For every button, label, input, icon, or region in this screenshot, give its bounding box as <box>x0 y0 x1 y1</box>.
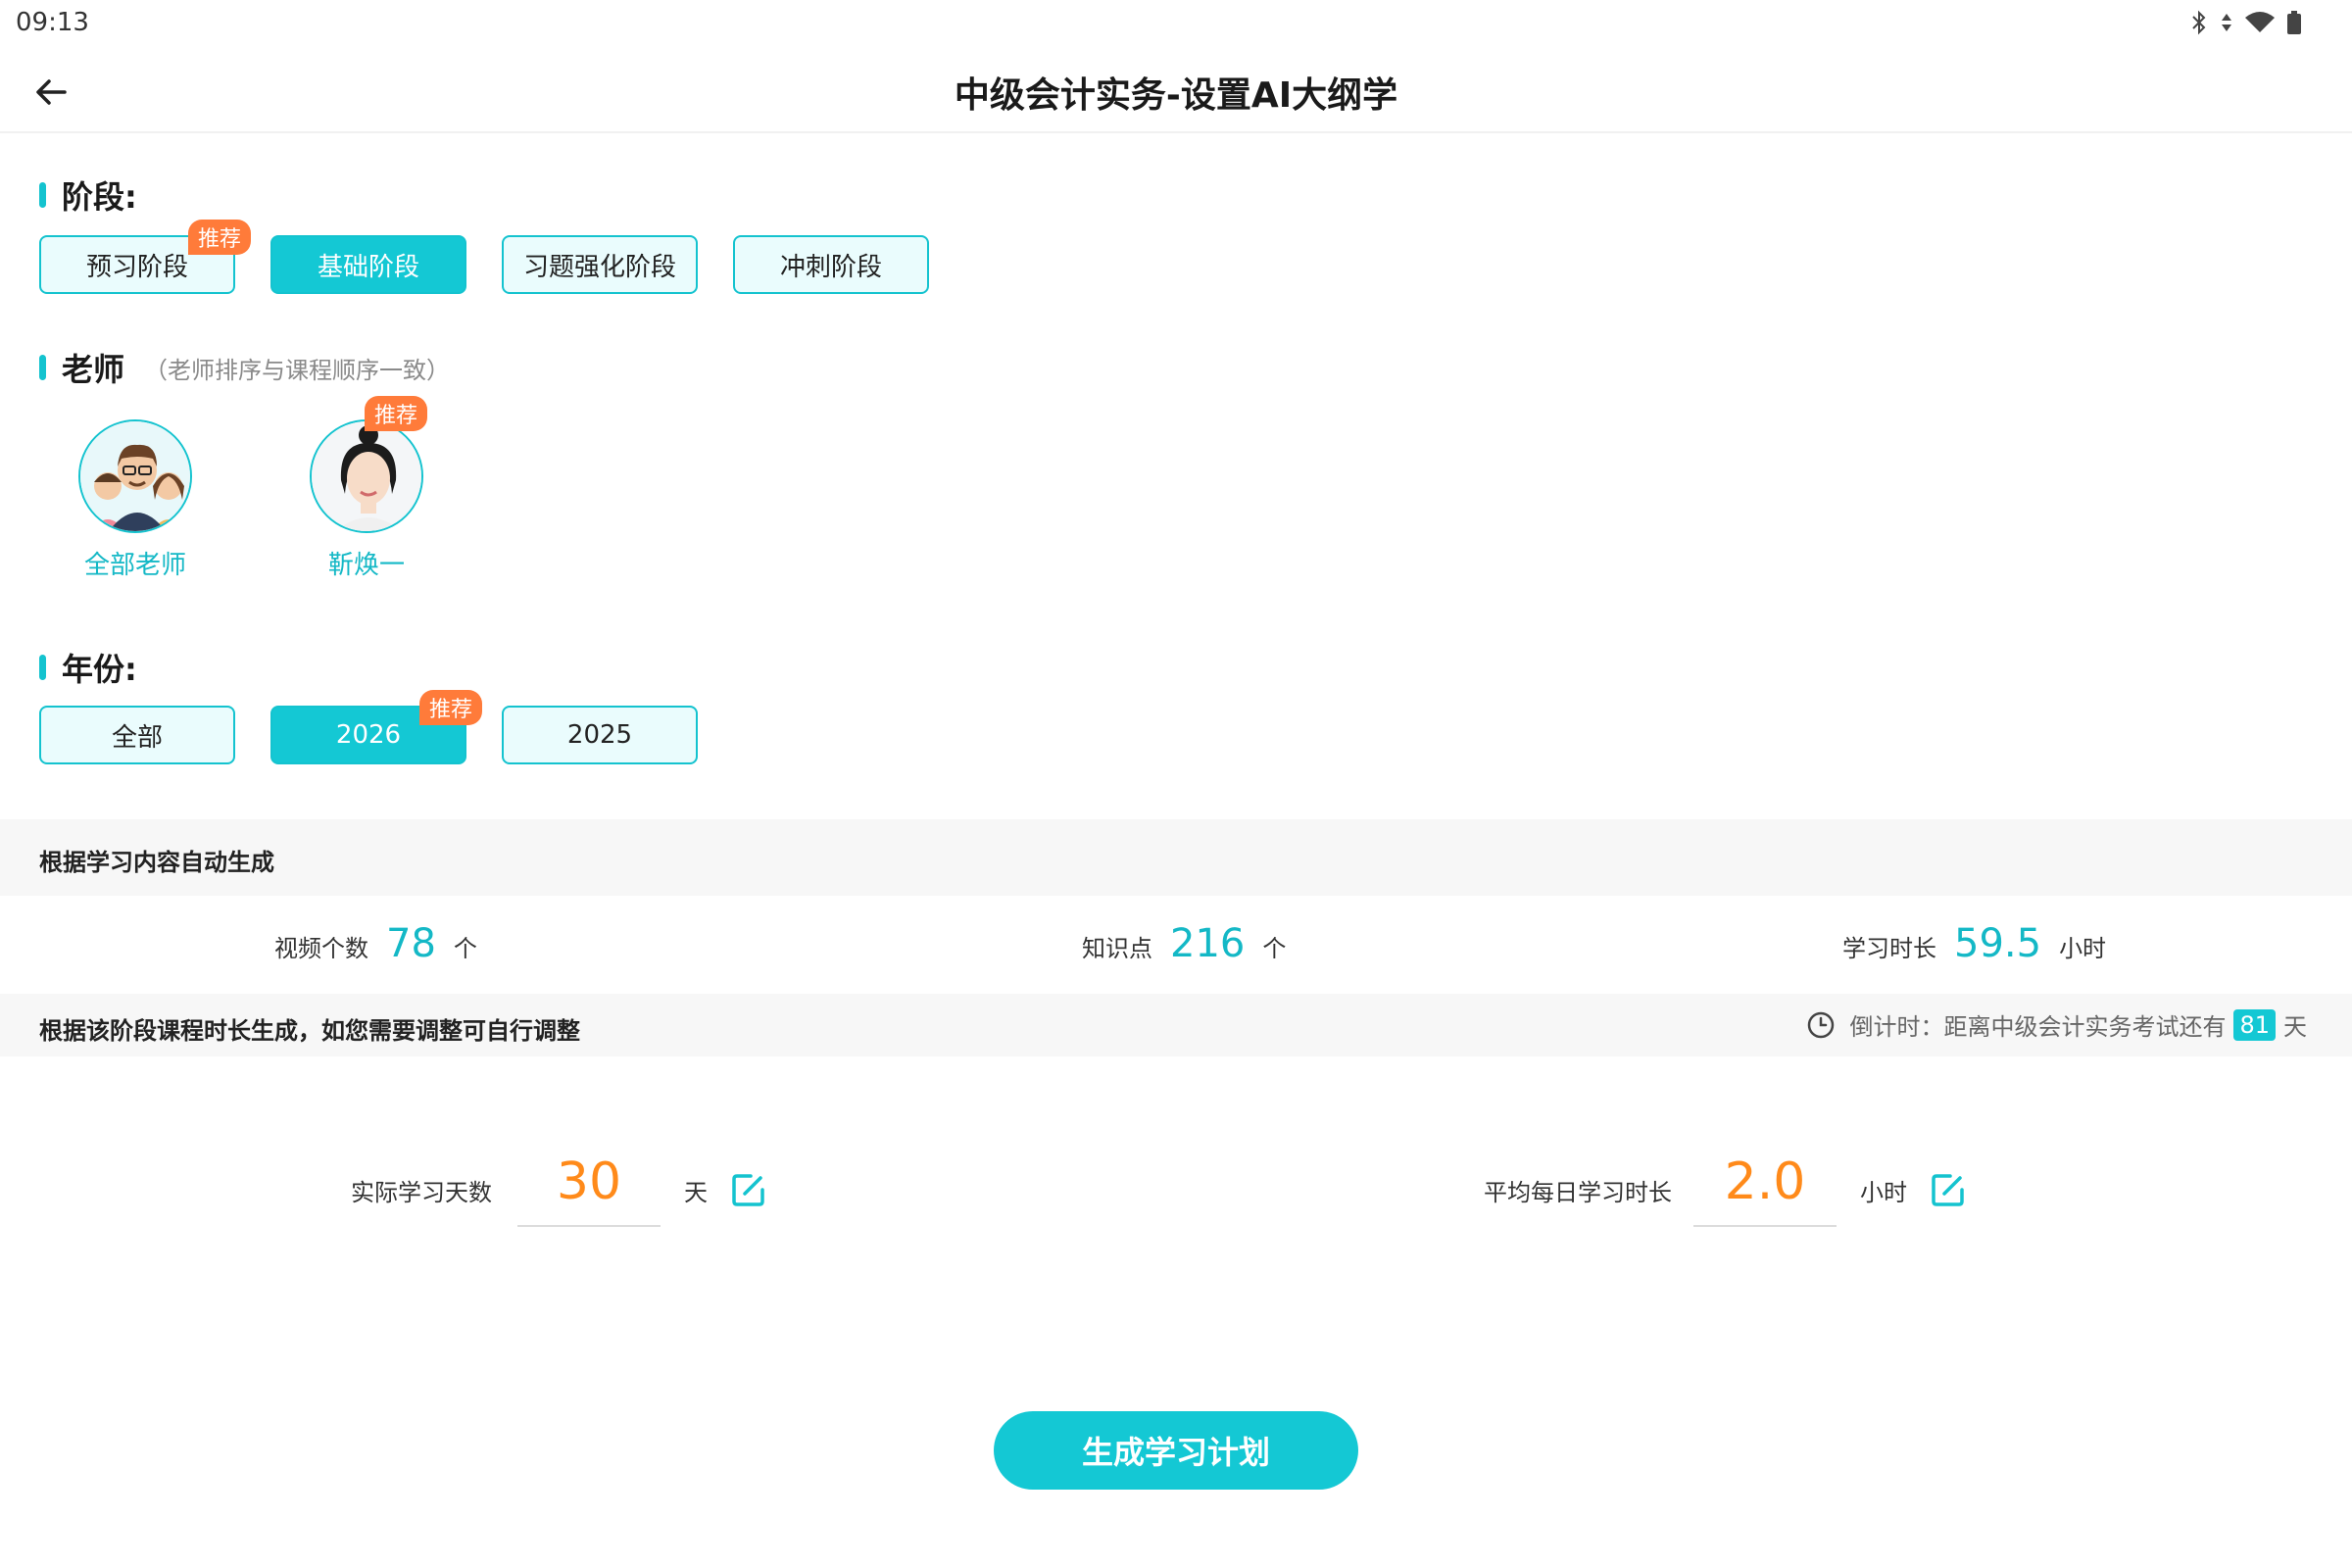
auto-section-title: 根据学习内容自动生成 <box>39 849 274 876</box>
auto-section-header: 根据学习内容自动生成 <box>0 819 2352 896</box>
actual-days-input[interactable]: 30 <box>517 1152 661 1227</box>
year-title: 年份: <box>62 651 137 688</box>
stat-unit: 个 <box>453 935 477 962</box>
chip-label: 2026 <box>335 720 402 750</box>
daily-duration-label: 平均每日学习时长 <box>1484 1178 1672 1206</box>
stage-option-exercise[interactable]: 习题强化阶段 <box>502 235 698 294</box>
group-avatar-icon <box>80 421 190 531</box>
stat-label: 学习时长 <box>1842 935 1936 962</box>
battery-icon <box>2287 11 2301 34</box>
stat-study-duration: 学习时长 59.5 小时 <box>1842 921 2106 966</box>
chip-label: 2025 <box>566 720 633 750</box>
chip-label: 全部 <box>111 722 163 753</box>
app-bar: 中级会计实务-设置AI大纲学 <box>0 47 2352 133</box>
daily-duration-unit: 小时 <box>1860 1178 1907 1206</box>
stage-option-basic[interactable]: 基础阶段 <box>270 235 466 294</box>
page-title: 中级会计实务-设置AI大纲学 <box>954 75 1398 116</box>
actual-days-row: 实际学习天数 30 天 <box>351 1152 768 1227</box>
daily-duration-row: 平均每日学习时长 2.0 小时 <box>1484 1152 1968 1227</box>
section-accent-bar <box>39 182 46 208</box>
edit-icon[interactable] <box>729 1170 768 1209</box>
chip-label: 预习阶段 <box>85 252 188 282</box>
year-option-2025[interactable]: 2025 <box>502 706 698 764</box>
recommend-badge: 推荐 <box>365 396 428 431</box>
stat-label: 视频个数 <box>274 935 368 962</box>
exam-countdown: 倒计时：距离中级会计实务考试还有 81 天 <box>1806 1007 2307 1042</box>
stat-unit: 小时 <box>2059 935 2107 962</box>
chip-label: 冲刺阶段 <box>779 252 882 282</box>
teacher-title: 老师 <box>62 351 125 388</box>
teacher-all-name[interactable]: 全部老师 <box>37 545 233 581</box>
stat-unit: 个 <box>1262 935 1287 962</box>
stat-label: 知识点 <box>1082 935 1152 962</box>
teacher-hint: （老师排序与课程顺序一致） <box>144 356 451 384</box>
recommend-badge: 推荐 <box>188 220 252 255</box>
actual-days-unit: 天 <box>684 1178 708 1206</box>
teacher-jin-name[interactable]: 靳焕一 <box>269 545 465 581</box>
edit-icon[interactable] <box>1929 1170 1968 1209</box>
adjust-section-title: 根据该阶段课程时长生成，如您需要调整可自行调整 <box>39 1017 580 1045</box>
stage-title: 阶段: <box>62 178 137 216</box>
teacher-section-title: 老师 （老师排序与课程顺序一致） <box>39 345 450 390</box>
chip-label: 习题强化阶段 <box>522 252 676 282</box>
teacher-avatar-icon <box>312 421 421 531</box>
generate-plan-button[interactable]: 生成学习计划 <box>994 1411 1358 1490</box>
daily-duration-input[interactable]: 2.0 <box>1693 1152 1837 1227</box>
wifi-icon <box>2245 12 2275 32</box>
section-accent-bar <box>39 655 46 680</box>
chip-label: 基础阶段 <box>317 252 419 282</box>
bluetooth-icon <box>2192 10 2206 35</box>
year-option-all[interactable]: 全部 <box>39 706 235 764</box>
teacher-jin-avatar[interactable] <box>310 419 423 533</box>
stage-section-title: 阶段: <box>39 172 137 218</box>
countdown-days: 81 <box>2233 1008 2276 1041</box>
clock-icon <box>1808 1011 1835 1038</box>
section-accent-bar <box>39 355 46 380</box>
teacher-all-avatar[interactable] <box>78 419 192 533</box>
status-icons <box>2189 10 2303 35</box>
countdown-text: 倒计时：距离中级会计实务考试还有 <box>1849 1013 2227 1041</box>
status-bar: 09:13 <box>0 0 2352 47</box>
status-time: 09:13 <box>16 8 89 37</box>
year-section-title: 年份: <box>39 645 137 690</box>
stat-knowledge-points: 知识点 216 个 <box>1082 921 1286 966</box>
recommend-badge: 推荐 <box>419 690 483 725</box>
stat-value: 78 <box>386 921 436 966</box>
countdown-unit: 天 <box>2283 1013 2307 1041</box>
stat-video-count: 视频个数 78 个 <box>274 921 477 966</box>
stat-value: 216 <box>1170 921 1246 966</box>
actual-days-label: 实际学习天数 <box>351 1178 492 1206</box>
signal-icon <box>2222 14 2231 31</box>
stage-option-sprint[interactable]: 冲刺阶段 <box>733 235 929 294</box>
stat-value: 59.5 <box>1954 921 2042 966</box>
